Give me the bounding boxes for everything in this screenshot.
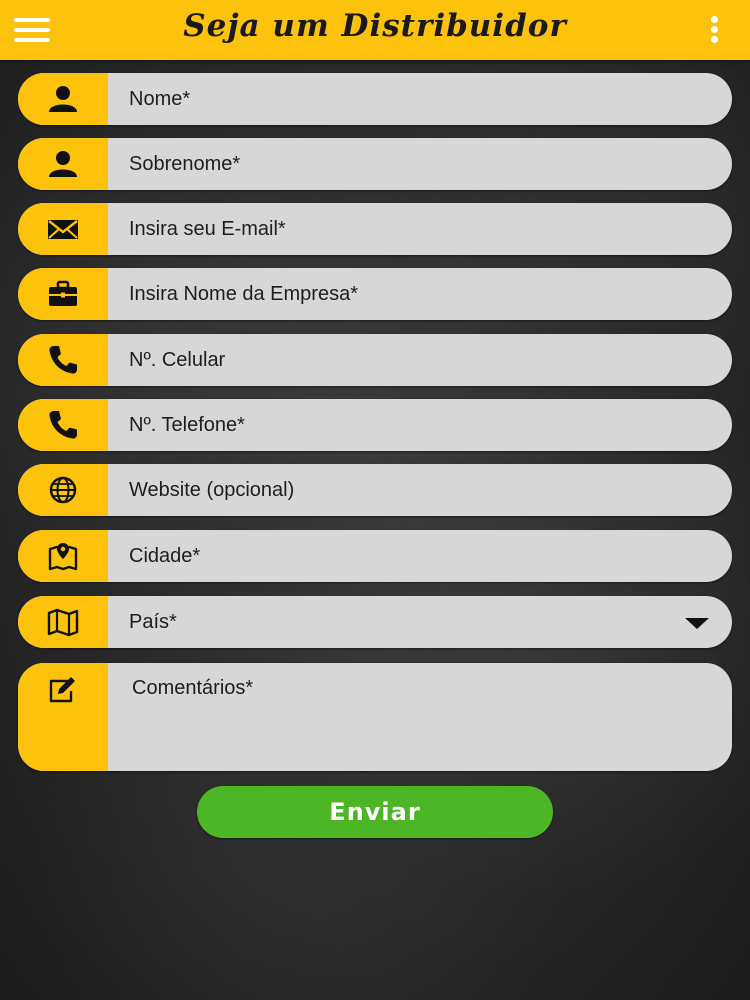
phone-field [18, 399, 732, 451]
surname-input[interactable] [108, 138, 708, 190]
app-header: Seja um Distribuidor [0, 0, 750, 60]
city-field [18, 530, 732, 582]
surname-field [18, 138, 732, 190]
edit-icon [18, 663, 108, 771]
chevron-down-icon[interactable] [685, 618, 709, 629]
name-input[interactable] [108, 73, 708, 125]
user-icon [18, 73, 108, 125]
phone-input[interactable] [108, 399, 708, 451]
comments-field [18, 663, 732, 771]
email-field [18, 203, 732, 255]
mobile-input[interactable] [108, 334, 708, 386]
globe-icon [18, 464, 108, 516]
name-field [18, 73, 732, 125]
website-input[interactable] [108, 464, 708, 516]
more-vertical-icon[interactable] [706, 14, 726, 44]
map-icon [18, 596, 108, 648]
website-field [18, 464, 732, 516]
envelope-icon [18, 203, 108, 255]
mobile-field [18, 334, 732, 386]
map-pin-icon [18, 530, 108, 582]
submit-button[interactable]: Enviar [197, 786, 553, 838]
page-title: Seja um Distribuidor [183, 8, 567, 44]
comments-textarea[interactable] [108, 663, 708, 771]
country-select-value: País* [129, 610, 177, 633]
city-input[interactable] [108, 530, 708, 582]
phone-icon [18, 399, 108, 451]
country-select[interactable]: País* [18, 596, 732, 648]
company-input[interactable] [108, 268, 708, 320]
phone-icon [18, 334, 108, 386]
email-input[interactable] [108, 203, 708, 255]
company-field [18, 268, 732, 320]
user-icon [18, 138, 108, 190]
briefcase-icon [18, 268, 108, 320]
